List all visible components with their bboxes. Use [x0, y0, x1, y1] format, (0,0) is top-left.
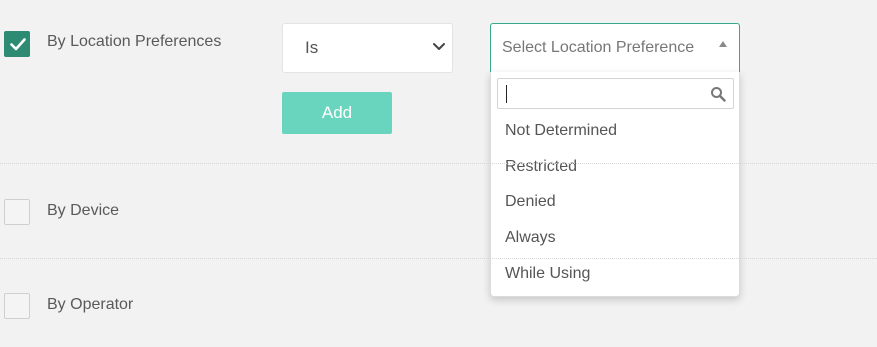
location-preferences-label: By Location Preferences — [47, 33, 222, 50]
operator-checkbox[interactable] — [4, 293, 30, 319]
dropdown-option-while-using[interactable]: While Using — [505, 265, 590, 283]
chevron-down-icon — [433, 43, 445, 50]
checkmark-icon — [10, 38, 26, 51]
dropdown-option-restricted[interactable]: Restricted — [505, 158, 577, 176]
text-cursor — [506, 85, 507, 103]
dropdown-option-not-determined[interactable]: Not Determined — [505, 122, 617, 140]
location-preference-dropdown: Not Determined Restricted Denied Always … — [490, 72, 740, 297]
location-preference-placeholder: Select Location Preference — [502, 39, 695, 56]
caret-up-icon — [719, 41, 727, 47]
operator-select-value: Is — [305, 38, 319, 57]
device-checkbox[interactable] — [4, 199, 30, 225]
search-icon — [711, 87, 726, 102]
row-divider — [0, 258, 877, 259]
location-preference-select[interactable]: Select Location Preference — [490, 23, 740, 73]
location-preferences-checkbox[interactable] — [4, 31, 30, 57]
operator-select[interactable]: Is — [282, 23, 453, 73]
operator-label: By Operator — [47, 296, 134, 313]
device-label: By Device — [47, 202, 120, 219]
add-button[interactable]: Add — [282, 92, 392, 134]
row-divider — [0, 163, 877, 164]
dropdown-search-input[interactable] — [497, 78, 734, 109]
dropdown-option-denied[interactable]: Denied — [505, 193, 556, 211]
dropdown-option-always[interactable]: Always — [505, 229, 556, 247]
